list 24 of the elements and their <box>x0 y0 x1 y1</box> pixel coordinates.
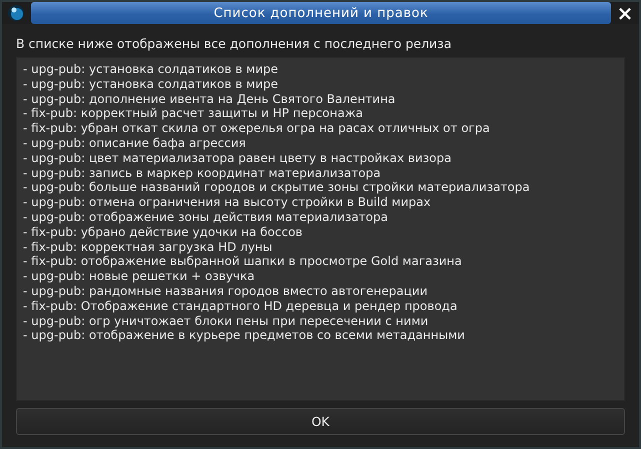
description-text: В списке ниже отображены все дополнения с последнего релиза <box>16 36 452 51</box>
app-icon <box>7 4 25 22</box>
close-button[interactable]: × <box>611 2 639 24</box>
change-entry: - fix-pub: Отображение стандартного HD деревца и рендер провода <box>23 298 458 314</box>
change-entry: - upg-pub: огр уничтожает блоки пены при пересечении с ними <box>23 314 430 328</box>
window-title: Список дополнений и правок <box>214 6 428 20</box>
change-entry: - upg-pub: рандомные названия городов вместо автогенерации <box>23 284 429 299</box>
change-entry: - upg-pub: запись в маркер координат материализатора <box>23 166 382 180</box>
change-entry: - fix-pub: корректный расчет защиты и HP персонажа <box>23 106 364 122</box>
change-entry: - upg-pub: установка солдатиков в мире <box>23 62 279 77</box>
change-entry: - fix-pub: убрано действие удочки на боссов <box>23 224 304 240</box>
ok-button[interactable]: OK <box>16 408 625 435</box>
change-entry: - upg-pub: дополнение ивента на День Святого Валентина <box>23 92 396 106</box>
change-entry: - upg-pub: цвет материализатора равен цвету в настройках визора <box>23 150 452 166</box>
change-entry: - upg-pub: установка солдатиков в мире <box>23 76 279 92</box>
change-entry: - fix-pub: корректная загрузка HD луны <box>23 240 274 254</box>
change-entry: - upg-pub: больше названий городов и скрытие зоны стройки материализатора <box>23 180 531 196</box>
change-entry: - upg-pub: новые решетки + озвучка <box>23 269 256 284</box>
change-entry: - upg-pub: отображение в курьере предметов со всеми метаданными <box>23 328 466 344</box>
change-entry: - upg-pub: отмена ограничения на высоту стройки в Build мирах <box>23 195 432 210</box>
change-entry: - fix-pub: отображение выбранной шапки в просмотре Gold магазина <box>23 254 463 270</box>
change-entry: - upg-pub: описание бафа агрессия <box>23 136 247 151</box>
change-entry: - fix-pub: убран откат скила от ожерелья огра на расах отличных от огра <box>23 121 491 136</box>
change-entry: - upg-pub: отображение зоны действия материализатора <box>23 210 389 225</box>
